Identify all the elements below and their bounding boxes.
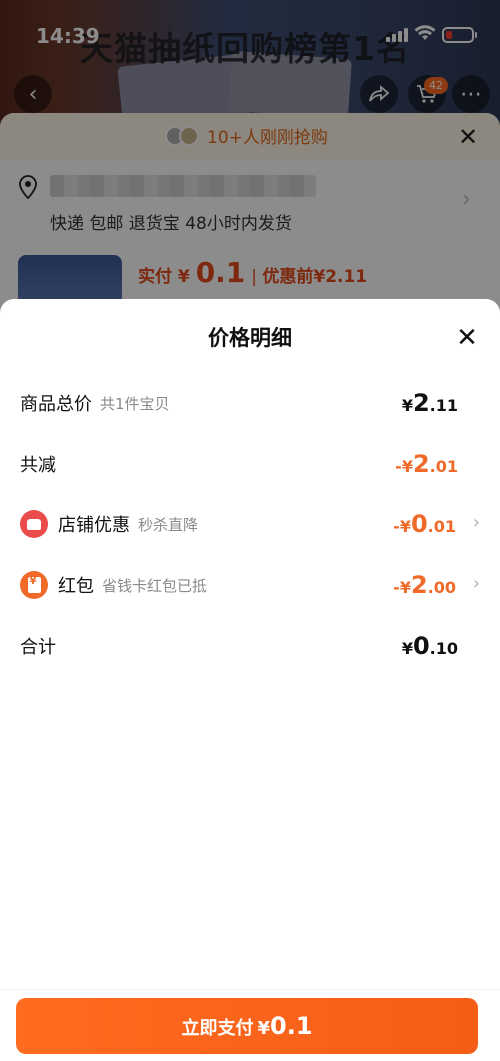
row-label: 店铺优惠 [58,515,130,536]
row-total-discount: 共减 -¥ 2.01 [20,444,482,484]
row-label: 共减 [20,455,56,476]
row-red-envelope[interactable]: 红包 省钱卡红包已抵 -¥2.00 › [20,565,482,605]
pay-button-currency: ¥ [257,1018,270,1039]
row-label: 合计 [20,637,56,658]
row-amount: -¥ 2.00 [393,571,456,599]
close-icon[interactable]: ✕ [454,325,480,351]
row-goods-total: 商品总价 共1件宝贝 ¥2.11 [20,383,482,423]
row-amount: ¥2.11 [401,389,458,417]
row-sublabel: 秒杀直降 [138,515,199,534]
row-amount: -¥ 0.01 [393,510,456,538]
pay-button-amount: 0.1 [270,1012,313,1040]
chevron-right-icon: › [472,512,480,533]
row-amount: ¥0.10 [401,632,458,660]
row-store-discount[interactable]: 店铺优惠 秒杀直降 -¥ 0.01 › [20,504,482,544]
row-label: 商品总价 [20,394,92,415]
price-detail-sheet: 价格明细 ✕ 商品总价 共1件宝贝 ¥2.11 共减 -¥ 2.01 店铺优惠 秒… [0,299,500,1061]
row-label: 红包 [58,576,94,597]
row-grand-total: 合计 ¥0.10 [20,626,482,666]
pay-now-button[interactable]: 立即支付 ¥ 0.1 [16,998,478,1054]
chevron-right-icon: › [472,573,480,594]
bottom-pay-bar: 立即支付 ¥ 0.1 [0,989,500,1061]
store-icon [20,510,48,538]
red-envelope-icon [20,571,48,599]
row-sublabel: 共1件宝贝 [100,394,170,413]
row-amount: -¥ 2.01 [395,450,458,478]
row-sublabel: 省钱卡红包已抵 [102,576,208,595]
sheet-title: 价格明细 [208,326,292,350]
pay-button-label: 立即支付 [181,1018,254,1039]
